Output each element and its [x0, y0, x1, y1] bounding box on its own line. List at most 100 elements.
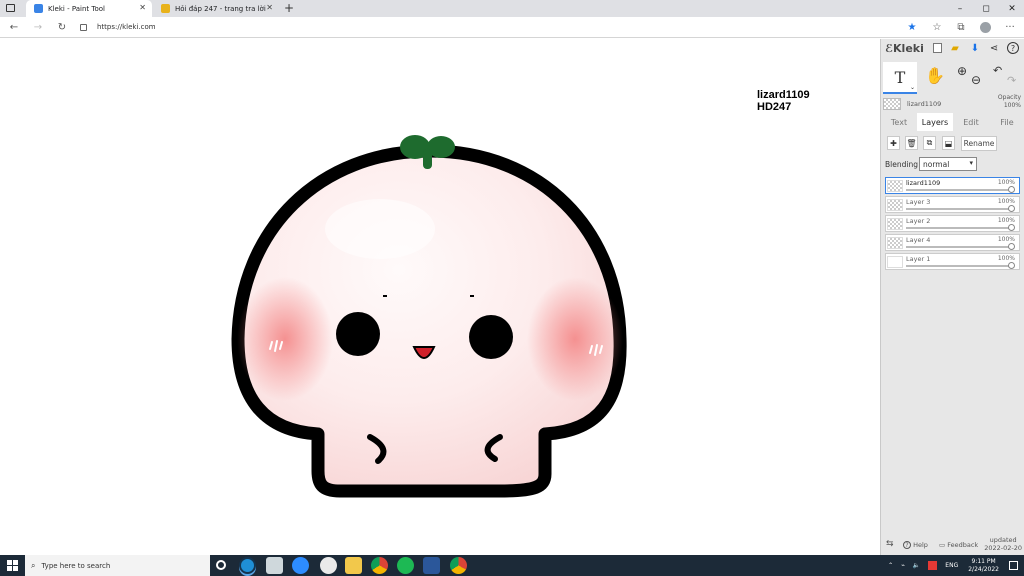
taskbar-search-box[interactable]: ⌕ Type here to search — [25, 555, 210, 576]
layer-opacity: 100% — [997, 236, 1015, 243]
layer-opacity-slider[interactable] — [1008, 262, 1015, 269]
opacity-label: Opacity 100% — [998, 94, 1021, 110]
layer-name: Layer 4 — [906, 236, 931, 244]
layer-item-layer-1[interactable]: Layer 1 100% — [885, 253, 1020, 270]
clock[interactable]: 9:11 PM 2/24/2022 — [968, 558, 999, 574]
cloud-app-icon[interactable] — [266, 557, 283, 574]
layer-opacity: 100% — [997, 198, 1015, 205]
redo-icon[interactable]: ↷ — [1007, 74, 1016, 87]
layer-opacity: 100% — [997, 255, 1015, 262]
favorite-star-icon[interactable]: ★ — [904, 19, 920, 35]
tab-title: Hỏi đáp 247 - trang tra lời — [175, 4, 266, 13]
layer-opacity-slider[interactable] — [1008, 205, 1015, 212]
chrome-icon[interactable] — [371, 557, 388, 574]
file-explorer-icon[interactable] — [345, 557, 362, 574]
add-layer-button[interactable]: ✚ — [887, 136, 900, 150]
merge-layer-button[interactable]: ⬓ — [942, 136, 955, 150]
chrome-notify-icon[interactable] — [320, 557, 337, 574]
layer-opacity-slider[interactable] — [1008, 224, 1015, 231]
new-tab-button[interactable]: + — [284, 1, 294, 15]
kleki-favicon-icon — [34, 4, 43, 13]
signature-text: lizard1109 HD247 — [757, 89, 810, 113]
edge-icon[interactable] — [239, 557, 256, 574]
layer-opacity-slider[interactable] — [1008, 243, 1015, 250]
new-image-icon[interactable] — [931, 42, 943, 54]
swap-sides-icon[interactable]: ⇆ — [886, 539, 894, 549]
delete-layer-button[interactable]: 🗑 — [905, 136, 918, 150]
layer-thumbnail — [887, 180, 903, 192]
layer-opacity: 100% — [997, 217, 1015, 224]
drawing-canvas[interactable]: lizard1109 HD247 — [0, 39, 880, 555]
layer-preview-swatch[interactable] — [883, 98, 901, 110]
search-placeholder: Type here to search — [41, 561, 111, 570]
zoom-in-icon[interactable]: ⊕ — [957, 64, 967, 78]
cortana-icon[interactable] — [216, 560, 226, 570]
refresh-icon[interactable]: ↻ — [54, 19, 70, 35]
blending-label: Blending — [885, 160, 918, 169]
more-menu-icon[interactable]: ··· — [1002, 19, 1018, 35]
open-folder-icon[interactable]: ▰ — [949, 42, 961, 54]
sidebar-footer: ⇆ ? Help ▭ Feedback updated 2022-02-20 — [881, 536, 1024, 555]
text-tool-icon: T — [894, 67, 906, 87]
antivirus-icon[interactable] — [928, 561, 938, 570]
favorites-icon[interactable]: ☆ — [929, 19, 945, 35]
maximize-button[interactable]: ◻ — [972, 0, 1000, 17]
back-icon[interactable]: ← — [6, 19, 22, 35]
zoom-app-icon[interactable] — [292, 557, 309, 574]
duplicate-layer-button[interactable]: ⧉ — [923, 136, 936, 150]
tab-hoidap[interactable]: Hỏi đáp 247 - trang tra lời ✕ — [153, 0, 279, 17]
download-icon[interactable]: ⬇ — [969, 42, 981, 54]
tab-actions-icon[interactable] — [6, 4, 15, 12]
layer-opacity-slider[interactable] — [1008, 186, 1015, 193]
help-circle-icon[interactable]: ? — [1007, 42, 1019, 54]
layer-thumbnail — [887, 237, 903, 249]
layer-item-layer-3[interactable]: Layer 3 100% — [885, 196, 1020, 213]
collections-icon[interactable]: ⧉ — [953, 19, 969, 35]
volume-icon[interactable]: 🔈 — [913, 562, 920, 569]
address-bar[interactable]: https://kleki.com — [80, 19, 900, 35]
hand-tool-icon[interactable]: ✋ — [925, 66, 945, 85]
blending-select[interactable]: normal ▾ — [919, 157, 977, 171]
layer-thumbnail — [887, 199, 903, 211]
layer-item-lizard1109[interactable]: lizard1109 100% — [885, 177, 1020, 194]
share-icon[interactable]: ⋖ — [988, 42, 1000, 54]
close-tab-icon[interactable]: ✕ — [266, 3, 273, 12]
left-eye — [336, 312, 380, 356]
chevron-up-icon[interactable]: ⌃ — [888, 562, 893, 569]
spotify-icon[interactable] — [397, 557, 414, 574]
tab-kleki[interactable]: Kleki - Paint Tool ✕ — [26, 0, 152, 17]
forward-icon[interactable]: → — [30, 19, 46, 35]
windows-start-icon[interactable] — [7, 560, 18, 571]
left-blush — [237, 277, 333, 401]
notifications-icon[interactable] — [1009, 561, 1018, 570]
zoom-out-icon[interactable]: ⊖ — [971, 73, 981, 87]
close-tab-icon[interactable]: ✕ — [139, 3, 146, 12]
text-tool-button[interactable]: T ⌄ — [883, 62, 917, 94]
language-indicator[interactable]: ENG — [945, 562, 958, 569]
updated-label: updated — [989, 536, 1017, 544]
signature-line: HD247 — [757, 101, 792, 113]
layer-item-layer-2[interactable]: Layer 2 100% — [885, 215, 1020, 232]
layer-item-layer-4[interactable]: Layer 4 100% — [885, 234, 1020, 251]
layer-name: Layer 3 — [906, 198, 931, 206]
word-icon[interactable] — [423, 557, 440, 574]
help-link[interactable]: ? Help — [903, 541, 928, 549]
close-window-button[interactable]: ✕ — [998, 0, 1024, 17]
layer-name: Layer 1 — [906, 255, 931, 263]
minimize-button[interactable]: – — [946, 0, 974, 17]
profile-avatar[interactable] — [977, 19, 993, 35]
tab-file[interactable]: File — [989, 113, 1024, 131]
undo-icon[interactable]: ↶ — [993, 64, 1002, 77]
feedback-link[interactable]: ▭ Feedback — [939, 541, 978, 549]
tab-layers[interactable]: Layers — [917, 113, 953, 131]
help-label: Help — [913, 541, 928, 549]
brush-logo-icon: ℰ — [885, 42, 894, 55]
tab-text[interactable]: Text — [881, 113, 917, 131]
right-eye — [469, 315, 513, 359]
chrome-profile-icon[interactable] — [450, 557, 467, 574]
network-icon[interactable]: ⌁ — [901, 562, 905, 569]
browser-toolbar: ← → ↻ https://kleki.com ★ ☆ ⧉ ··· — [0, 17, 1024, 38]
tab-edit[interactable]: Edit — [953, 113, 989, 131]
rename-button[interactable]: Rename — [961, 136, 997, 151]
layer-thumbnail — [887, 256, 903, 268]
